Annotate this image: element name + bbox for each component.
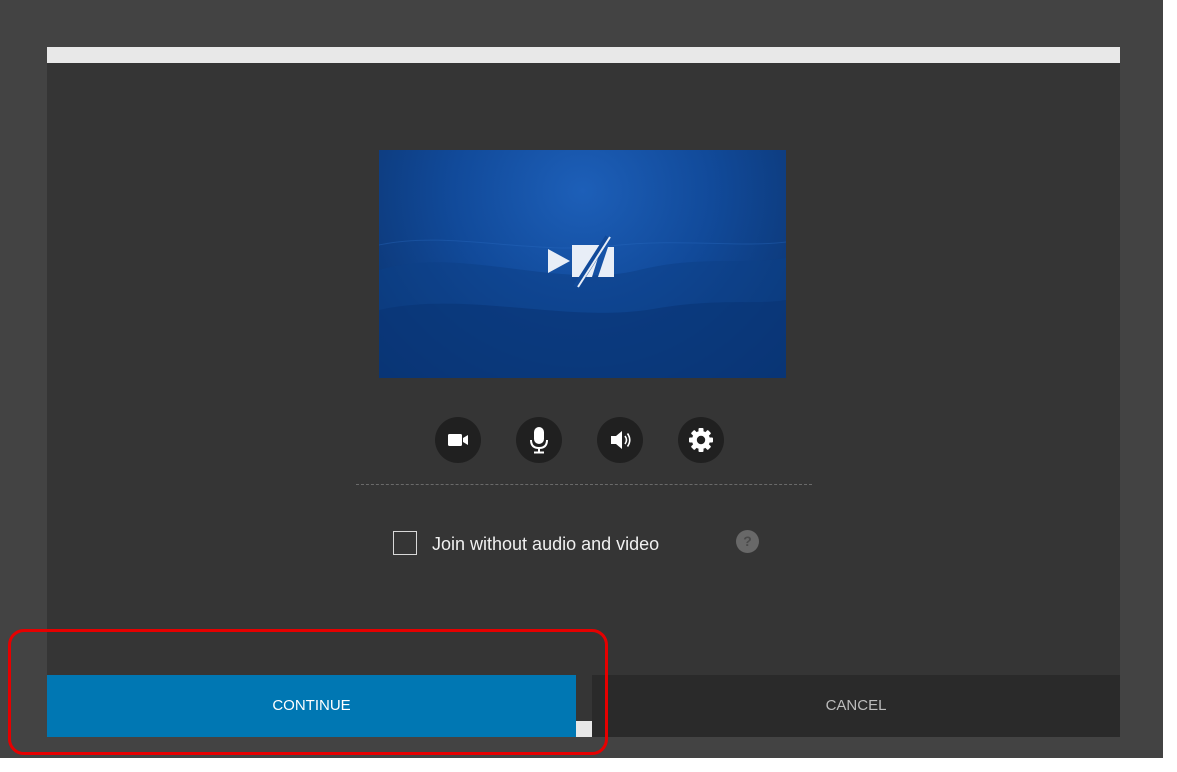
join-without-av-label: Join without audio and video [432,534,660,554]
join-meeting-dialog: Join without audio and video ? CONTINUE … [47,47,1120,737]
video-camera-icon [448,434,468,446]
join-without-av-row: Join without audio and video ? [393,530,813,560]
camera-off-icon [548,235,614,289]
speaker-button[interactable] [597,417,643,463]
gear-icon [689,428,713,452]
join-without-av-checkbox[interactable] [393,531,417,555]
camera-button[interactable] [435,417,481,463]
dialog-body: Join without audio and video ? CONTINUE … [47,63,1120,737]
microphone-button[interactable] [516,417,562,463]
device-controls [435,417,735,463]
help-icon[interactable]: ? [736,530,759,553]
microphone-icon [530,427,548,454]
video-preview [379,150,786,378]
settings-button[interactable] [678,417,724,463]
cancel-button[interactable]: CANCEL [592,675,1120,737]
section-divider [356,484,812,485]
speaker-icon [611,431,631,449]
continue-button[interactable]: CONTINUE [47,675,576,737]
